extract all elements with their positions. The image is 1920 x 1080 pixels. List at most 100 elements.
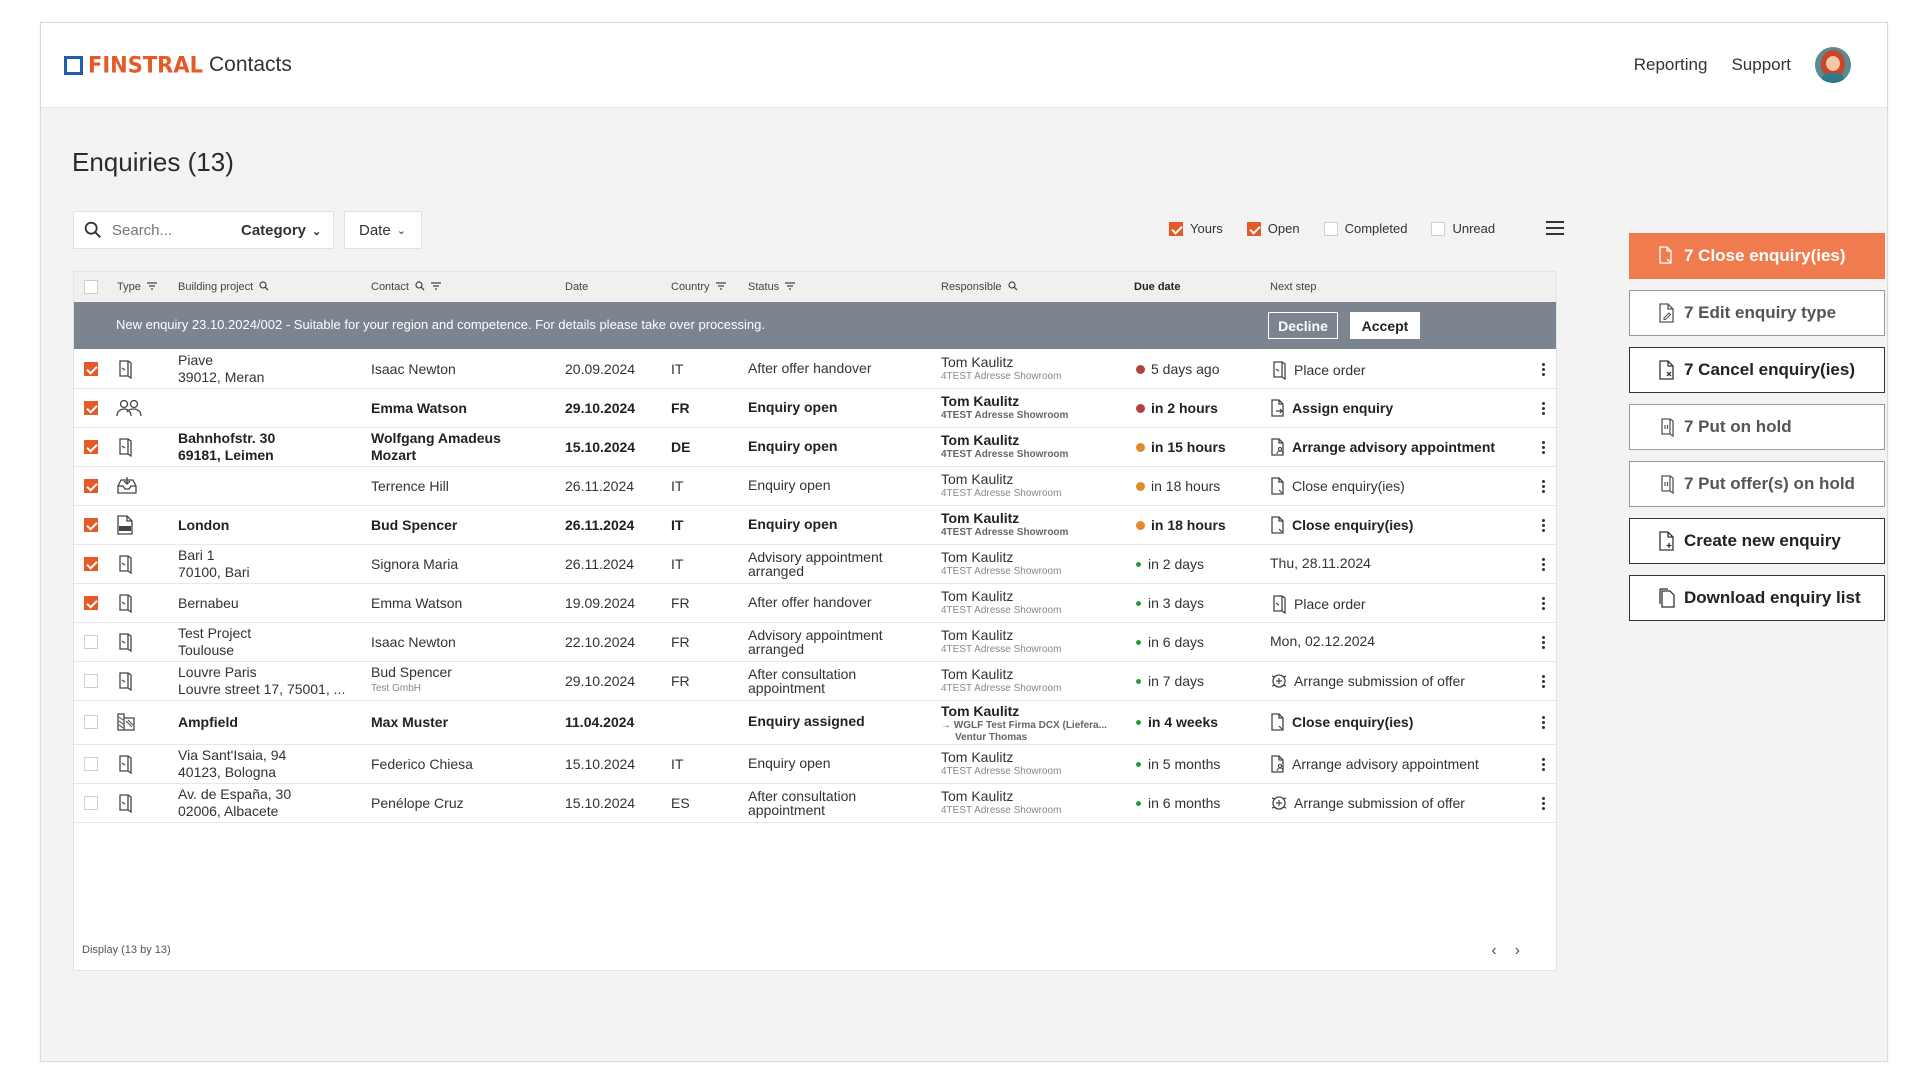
- next-step[interactable]: Place order: [1270, 360, 1366, 383]
- table-row[interactable]: Emma Watson 29.10.2024 FR Enquiry open Tom K…: [74, 388, 1556, 428]
- row-checkbox[interactable]: [84, 517, 98, 532]
- accept-button[interactable]: Accept: [1350, 312, 1420, 339]
- row-checkbox[interactable]: [84, 478, 98, 493]
- row-more-icon[interactable]: [1542, 440, 1545, 456]
- people-icon: [116, 398, 142, 421]
- row-more-icon[interactable]: [1542, 362, 1545, 378]
- table-row[interactable]: Piave 39012, Meran Isaac Newton 20.09.2024 I…: [74, 349, 1556, 389]
- status-line1: Enquiry open: [748, 437, 838, 454]
- row-more-icon[interactable]: [1542, 674, 1545, 690]
- row-checkbox[interactable]: [84, 439, 98, 454]
- table-row[interactable]: Ampfield Max Muster 11.04.2024 Enquiry assi…: [74, 700, 1556, 745]
- search-input[interactable]: [110, 220, 224, 240]
- prev-page-button[interactable]: ‹: [1491, 942, 1514, 959]
- next-step[interactable]: Arrange advisory appointment: [1270, 437, 1495, 459]
- nav-reporting[interactable]: Reporting: [1634, 55, 1708, 75]
- search-box[interactable]: Category ⌄: [73, 211, 334, 249]
- status-line1: Enquiry open: [748, 476, 831, 493]
- contact-line1: Bud Spencer: [371, 663, 452, 680]
- date-dropdown[interactable]: Date ⌄: [344, 211, 422, 249]
- user-avatar[interactable]: [1815, 47, 1851, 83]
- next-step[interactable]: Assign enquiry: [1270, 398, 1393, 420]
- row-checkbox[interactable]: [84, 634, 98, 649]
- next-step[interactable]: Arrange submission of offer: [1270, 794, 1465, 815]
- row-more-icon[interactable]: [1542, 635, 1545, 651]
- col-status[interactable]: Status: [748, 281, 796, 293]
- logo[interactable]: FINSTRAL Contacts: [64, 52, 292, 78]
- table-row[interactable]: Via Sant'Isaia, 94 40123, Bologna Federico…: [74, 744, 1556, 784]
- decline-button[interactable]: Decline: [1268, 312, 1338, 339]
- action-button-5[interactable]: Create new enquiry: [1629, 518, 1885, 564]
- col-type[interactable]: Type: [117, 281, 157, 293]
- row-more-icon[interactable]: [1542, 757, 1545, 773]
- filter-checkbox[interactable]: [1323, 221, 1338, 236]
- action-button-1[interactable]: 7 Edit enquiry type: [1629, 290, 1885, 336]
- table-row[interactable]: Bari 1 70100, Bari Signora Maria 26.11.2024…: [74, 544, 1556, 584]
- filter-checkbox[interactable]: [1431, 221, 1446, 236]
- filter-unread[interactable]: Unread: [1431, 221, 1495, 236]
- filter-checkbox[interactable]: [1169, 221, 1183, 236]
- responsible: Tom Kaulitz 4TEST Adresse Showroom: [941, 510, 1068, 539]
- action-button-0[interactable]: 7 Close enquiry(ies): [1629, 233, 1885, 279]
- row-checkbox[interactable]: [84, 361, 98, 376]
- col-country[interactable]: Country: [671, 281, 726, 293]
- status: Enquiry open: [748, 400, 837, 414]
- row-checkbox[interactable]: [84, 673, 98, 688]
- row-checkbox[interactable]: [84, 400, 98, 415]
- select-all-checkbox[interactable]: [84, 280, 98, 294]
- row-more-icon[interactable]: [1542, 518, 1545, 534]
- next-step[interactable]: Mon, 02.12.2024: [1270, 633, 1375, 649]
- table-row[interactable]: Bernabeu Emma Watson 19.09.2024 FR After off…: [74, 583, 1556, 623]
- col-building-project[interactable]: Building project: [178, 281, 269, 293]
- row-checkbox[interactable]: [84, 595, 98, 610]
- row-more-icon[interactable]: [1542, 479, 1545, 495]
- next-step[interactable]: Place order: [1270, 594, 1366, 617]
- next-step[interactable]: Close enquiry(ies): [1270, 515, 1413, 537]
- nav-support[interactable]: Support: [1731, 55, 1791, 75]
- category-dropdown[interactable]: Category ⌄: [241, 222, 321, 239]
- table-row[interactable]: London Bud Spencer 26.11.2024 IT Enquiry ope…: [74, 505, 1556, 545]
- responsible: Tom Kaulitz 4TEST Adresse Showroom: [941, 788, 1061, 817]
- row-checkbox[interactable]: [84, 756, 98, 771]
- action-button-6[interactable]: Download enquiry list: [1629, 575, 1885, 621]
- contact: Bud Spencer: [371, 517, 457, 534]
- status-line1: Advisory appointment: [748, 626, 883, 643]
- row-more-icon[interactable]: [1542, 716, 1545, 731]
- next-step[interactable]: Close enquiry(ies): [1270, 713, 1413, 734]
- row-more-icon[interactable]: [1542, 557, 1545, 573]
- table-row[interactable]: Terrence Hill 26.11.2024 IT Enquiry open Tom…: [74, 466, 1556, 506]
- col-responsible[interactable]: Responsible: [941, 281, 1018, 293]
- filter-completed[interactable]: Completed: [1323, 221, 1407, 236]
- col-date[interactable]: Date: [565, 281, 588, 293]
- window-icon: [116, 793, 134, 816]
- filter-yours[interactable]: Yours: [1169, 221, 1223, 236]
- table-row[interactable]: Av. de España, 30 02006, Albacete Penélope…: [74, 783, 1556, 823]
- next-step[interactable]: Arrange advisory appointment: [1270, 754, 1479, 776]
- filter-open[interactable]: Open: [1246, 221, 1300, 236]
- status: After consultation appointment: [748, 667, 856, 695]
- filter-checkbox[interactable]: [1246, 221, 1261, 236]
- date: 20.09.2024: [565, 360, 636, 377]
- status-line2: arranged: [748, 562, 805, 579]
- contact: Isaac Newton: [371, 361, 456, 378]
- next-step[interactable]: Thu, 28.11.2024: [1270, 555, 1371, 571]
- row-more-icon[interactable]: [1542, 401, 1545, 417]
- col-contact[interactable]: Contact: [371, 281, 441, 293]
- hamburger-menu-icon[interactable]: [1546, 221, 1564, 237]
- row-checkbox[interactable]: [84, 556, 98, 571]
- next-page-button[interactable]: ›: [1515, 942, 1538, 959]
- contact-line1: Federico Chiesa: [371, 755, 473, 772]
- row-checkbox[interactable]: [84, 795, 98, 810]
- table-row[interactable]: Bahnhofstr. 30 69181, Leimen Wolfgang Amad…: [74, 427, 1556, 467]
- next-step[interactable]: Arrange submission of offer: [1270, 672, 1465, 693]
- action-button-4[interactable]: 7 Put offer(s) on hold: [1629, 461, 1885, 507]
- table-row[interactable]: Louvre Paris Louvre street 17, 75001, ...…: [74, 661, 1556, 701]
- table-row[interactable]: Test Project Toulouse Isaac Newton 22.10.20…: [74, 622, 1556, 662]
- row-checkbox[interactable]: [84, 715, 98, 729]
- row-more-icon[interactable]: [1542, 596, 1545, 612]
- next-step[interactable]: Close enquiry(ies): [1270, 476, 1405, 498]
- action-button-2[interactable]: 7 Cancel enquiry(ies): [1629, 347, 1885, 393]
- action-button-3[interactable]: 7 Put on hold: [1629, 404, 1885, 450]
- col-due-date[interactable]: Due date: [1134, 281, 1180, 293]
- row-more-icon[interactable]: [1542, 796, 1545, 812]
